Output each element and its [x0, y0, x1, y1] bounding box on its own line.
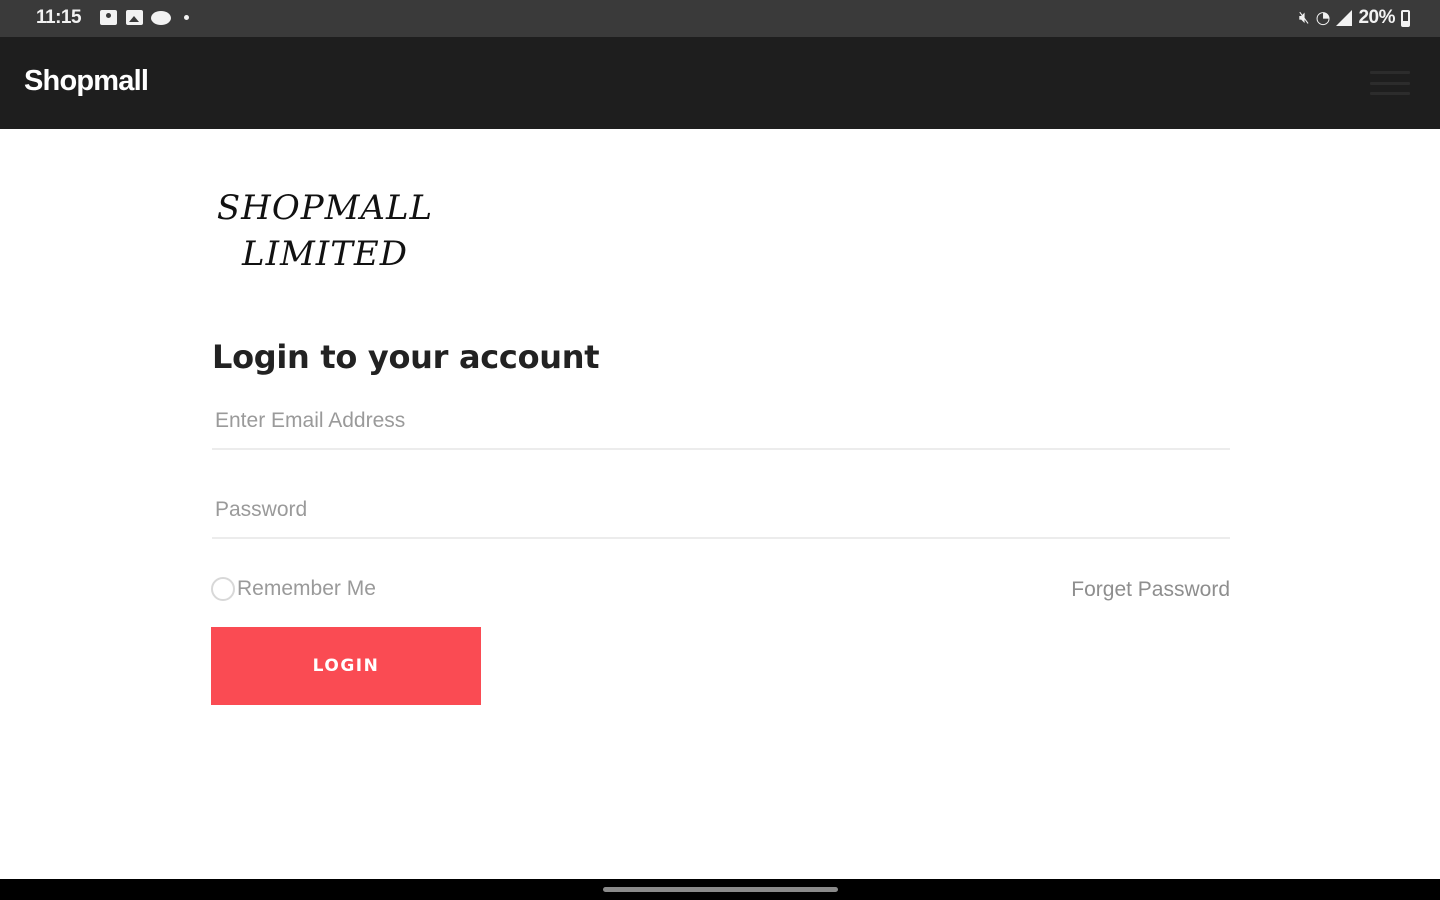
login-button[interactable]: LOGIN — [211, 627, 481, 705]
remember-me-label: Remember Me — [237, 577, 376, 600]
remember-me-checkbox[interactable]: Remember Me — [211, 577, 376, 601]
battery-percent: 20% — [1358, 7, 1395, 28]
menu-line — [1370, 71, 1410, 74]
image-icon — [126, 10, 143, 25]
remember-radio-icon[interactable] — [211, 577, 235, 601]
status-bar: 11:15 🔇︎ ◔ 20% — [0, 0, 1440, 37]
status-time: 11:15 — [36, 7, 82, 28]
signal-icon — [1336, 10, 1353, 26]
home-handle[interactable] — [603, 887, 838, 892]
status-right-group: 🔇︎ ◔ 20% — [1299, 6, 1410, 30]
menu-line — [1370, 81, 1410, 85]
email-field[interactable] — [212, 394, 1230, 450]
wifi-icon: ◔ — [1315, 8, 1331, 28]
company-logo: SHOPMALL LIMITED — [215, 185, 435, 277]
battery-icon — [1401, 9, 1410, 27]
app-bar: Shopmall — [0, 37, 1440, 129]
app-title: Shopmall — [24, 65, 149, 97]
logo-line-2: LIMITED — [241, 234, 408, 274]
chat-icon — [151, 11, 171, 25]
password-field[interactable] — [212, 483, 1230, 539]
dot-icon — [184, 15, 189, 20]
mute-icon: 🔇︎ — [1298, 8, 1310, 28]
forgot-password-link[interactable]: Forget Password — [1071, 578, 1230, 602]
hamburger-menu-icon[interactable] — [1370, 71, 1410, 95]
logo-line-1: SHOPMALL — [216, 188, 434, 228]
menu-line — [1370, 92, 1410, 95]
page-title: Login to your account — [212, 338, 600, 376]
system-nav-bar — [0, 879, 1440, 900]
contact-card-icon — [100, 10, 117, 25]
